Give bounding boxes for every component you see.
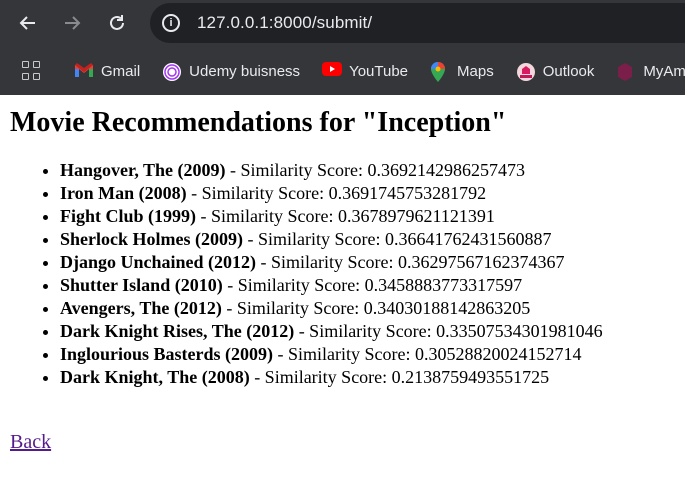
address-bar[interactable]: i 127.0.0.1:8000/submit/	[150, 3, 685, 43]
similarity-score: - Similarity Score: 0.33507534301981046	[294, 321, 603, 341]
movie-title: Sherlock Holmes (2009)	[60, 229, 243, 249]
movie-title: Inglourious Basterds (2009)	[60, 344, 274, 364]
bookmark-label: MyAm	[643, 62, 685, 80]
bookmark-myam[interactable]: MyAm	[616, 62, 685, 81]
navigation-bar: i 127.0.0.1:8000/submit/	[0, 0, 685, 47]
similarity-score: - Similarity Score: 0.36641762431560887	[242, 229, 552, 249]
similarity-score: - Similarity Score: 0.3678979621121391	[196, 206, 495, 226]
similarity-score: - Similarity Score: 0.3458883773317597	[222, 275, 523, 295]
movie-title: Dark Knight, The (2008)	[60, 367, 250, 387]
gmail-icon	[74, 62, 94, 80]
page-title: Movie Recommendations for "Inception"	[10, 107, 507, 138]
similarity-score: - Similarity Score: 0.34030188142863205	[221, 298, 531, 318]
movie-title: Shutter Island (2010)	[60, 275, 223, 295]
movie-title: Avengers, The (2012)	[60, 298, 222, 318]
recommendation-list: Hangover, The (2009) - Similarity Score:…	[10, 159, 685, 389]
bookmark-outlook[interactable]: Outlook	[516, 62, 595, 81]
list-item: Django Unchained (2012) - Similarity Sco…	[60, 251, 685, 274]
similarity-score: - Similarity Score: 0.2138759493551725	[249, 367, 550, 387]
url-text[interactable]: 127.0.0.1:8000/submit/	[197, 13, 372, 33]
bookmark-udemy[interactable]: Udemy buisness	[162, 62, 301, 81]
outlook-icon	[516, 62, 536, 81]
bookmark-gmail[interactable]: Gmail	[74, 62, 140, 80]
list-item: Inglourious Basterds (2009) - Similarity…	[60, 343, 685, 366]
site-info-icon[interactable]: i	[162, 14, 180, 32]
similarity-score: - Similarity Score: 0.3692142986257473	[225, 160, 525, 180]
reload-icon[interactable]	[102, 8, 132, 38]
similarity-score: - Similarity Score: 0.3691745753281792	[186, 183, 487, 203]
bookmark-label: YouTube	[349, 62, 409, 80]
back-link[interactable]: Back	[10, 431, 51, 454]
bookmark-label: Maps	[457, 62, 494, 80]
bookmark-youtube[interactable]: YouTube	[322, 62, 408, 80]
similarity-score: - Similarity Score: 0.30528820024152714	[273, 344, 582, 364]
back-arrow-icon[interactable]	[13, 8, 43, 38]
list-item: Dark Knight Rises, The (2012) - Similari…	[60, 320, 685, 343]
list-item: Iron Man (2008) - Similarity Score: 0.36…	[60, 182, 685, 205]
list-item: Hangover, The (2009) - Similarity Score:…	[60, 159, 685, 182]
forward-arrow-icon[interactable]	[57, 8, 87, 38]
bookmark-maps[interactable]: Maps	[430, 62, 494, 82]
list-item: Dark Knight, The (2008) - Similarity Sco…	[60, 366, 685, 389]
similarity-score: - Similarity Score: 0.36297567162374367	[256, 252, 565, 272]
youtube-icon	[322, 62, 343, 80]
maps-icon	[430, 62, 450, 82]
browser-chrome: i 127.0.0.1:8000/submit/ Gmail Udemy bui…	[0, 0, 685, 95]
list-item: Fight Club (1999) - Similarity Score: 0.…	[60, 205, 685, 228]
apps-grid-icon[interactable]	[22, 61, 40, 81]
movie-title: Dark Knight Rises, The (2012)	[60, 321, 295, 341]
list-item: Avengers, The (2012) - Similarity Score:…	[60, 297, 685, 320]
list-item: Sherlock Holmes (2009) - Similarity Scor…	[60, 228, 685, 251]
movie-title: Iron Man (2008)	[60, 183, 187, 203]
bookmark-label: Udemy buisness	[189, 62, 301, 80]
myam-icon	[616, 62, 636, 81]
movie-title: Django Unchained (2012)	[60, 252, 257, 272]
bookmark-label: Outlook	[542, 62, 595, 80]
udemy-icon	[162, 62, 182, 81]
page-content: Movie Recommendations for "Inception" Ha…	[0, 107, 685, 454]
bookmarks-bar: Gmail Udemy buisness YouTube Maps Outloo…	[0, 47, 685, 95]
movie-title: Fight Club (1999)	[60, 206, 197, 226]
bookmark-label: Gmail	[101, 62, 141, 80]
movie-title: Hangover, The (2009)	[60, 160, 226, 180]
list-item: Shutter Island (2010) - Similarity Score…	[60, 274, 685, 297]
